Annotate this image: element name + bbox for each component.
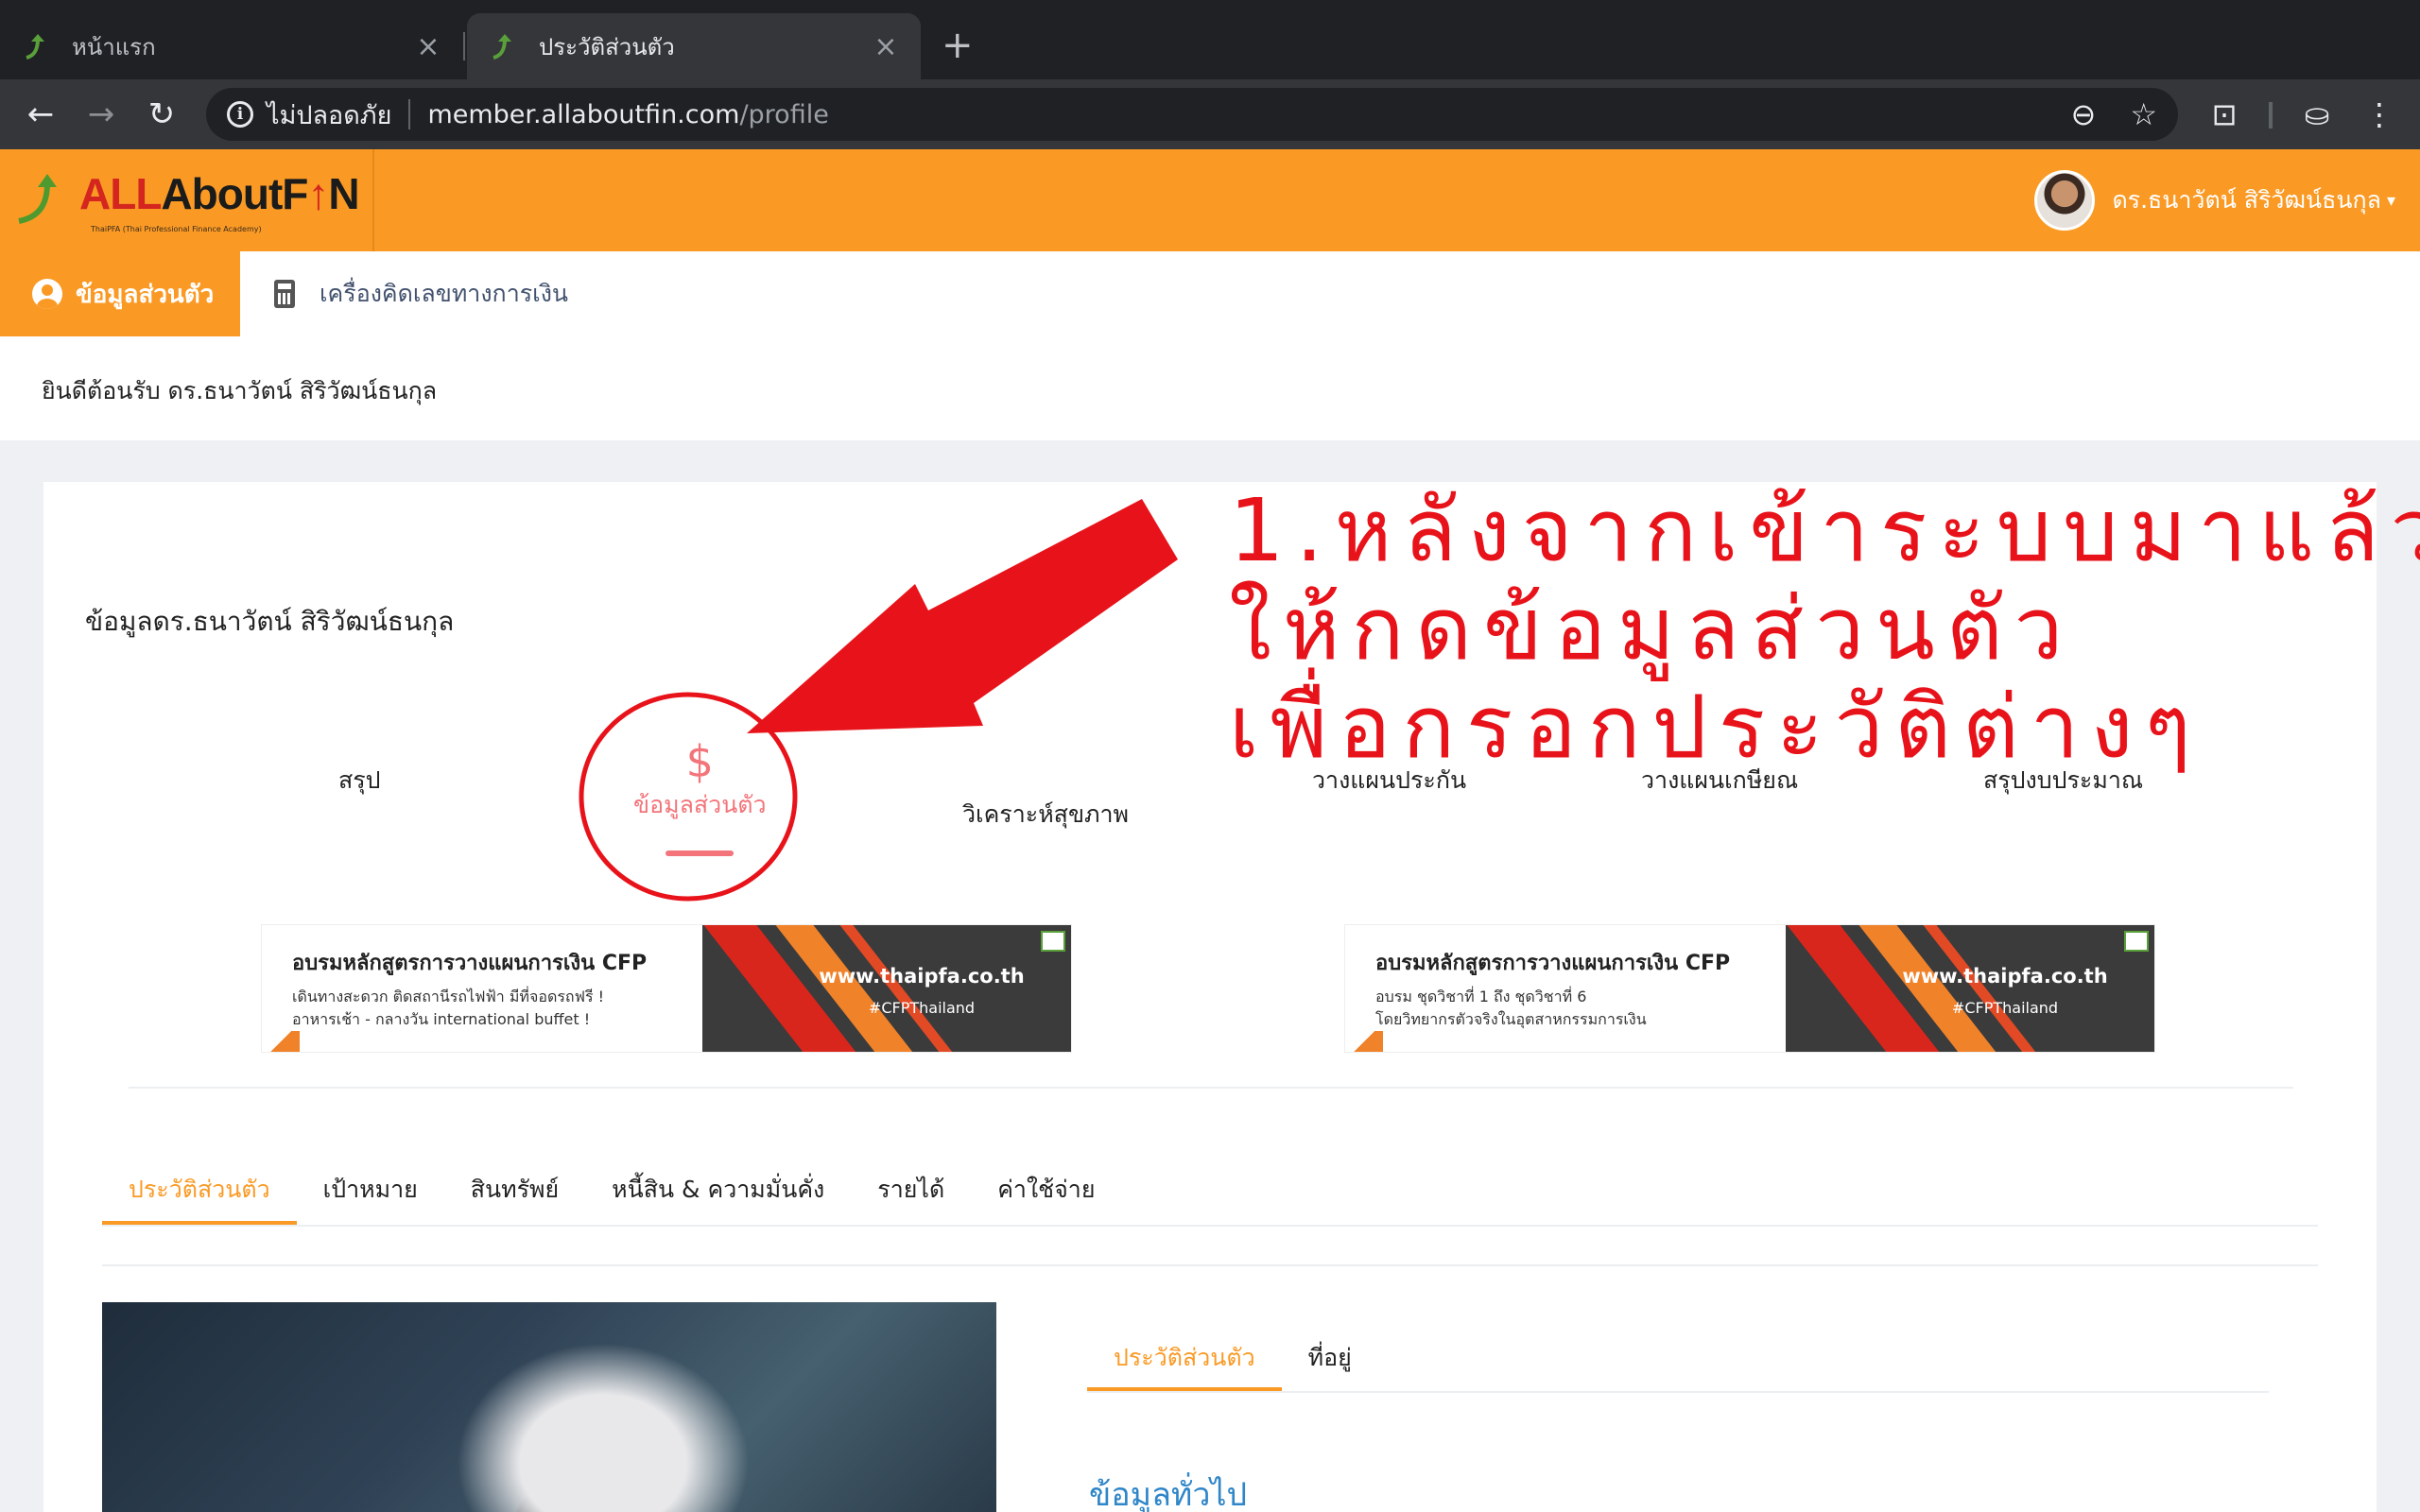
logo-tagline: ThaiPFA (Thai Professional Finance Acade… bbox=[91, 225, 262, 233]
banner-title: อบรมหลักสูตรการวางแผนการเงิน CFP bbox=[292, 952, 648, 975]
divider bbox=[102, 1264, 2318, 1266]
omnibox-divider bbox=[408, 99, 411, 129]
annotation-line: เพื่อกรอกประวัติต่างๆ bbox=[1229, 677, 2203, 778]
security-label[interactable]: ไม่ปลอดภัย bbox=[267, 94, 391, 135]
caret-down-icon[interactable]: ▾ bbox=[2387, 191, 2395, 211]
tab-title: ประวัติส่วนตัว bbox=[539, 33, 675, 60]
divider bbox=[129, 1087, 2293, 1089]
close-tab-icon[interactable]: × bbox=[414, 30, 442, 63]
tab-personal-history[interactable]: ประวัติส่วนตัว bbox=[1087, 1325, 1282, 1391]
banner-url: www.thaipfa.co.th bbox=[1902, 965, 2108, 988]
thaipfa-logo-icon bbox=[2124, 931, 2149, 952]
thaipfa-logo-icon bbox=[1041, 931, 1065, 952]
annotation-line: ให้กดข้อมูลส่วนตัว bbox=[1229, 578, 2075, 679]
browser-tab-profile[interactable]: ประวัติส่วนตัว × bbox=[467, 13, 921, 79]
banner-line: อบรม ชุดวิชาที่ 1 ถึง ชุดวิชาที่ 6 bbox=[1375, 988, 1587, 1005]
banner-line: เดินทางสะดวก ติดสถานีรถไฟฟ้า มีที่จอดรถฟ… bbox=[292, 988, 605, 1005]
tab-expenses[interactable]: ค่าใช้จ่าย bbox=[971, 1155, 1121, 1225]
close-tab-icon[interactable]: × bbox=[872, 30, 900, 63]
banner-url: www.thaipfa.co.th bbox=[819, 965, 1025, 988]
main-navbar: ข้อมูลส่วนตัว เครื่องคิดเลขทางการเงิน bbox=[0, 251, 2420, 336]
cfp-banner[interactable]: อบรมหลักสูตรการวางแผนการเงิน CFP เดินทาง… bbox=[261, 924, 1072, 1053]
allaboutfin-favicon bbox=[493, 34, 511, 60]
banner-hashtag: #CFPThailand bbox=[1951, 999, 2059, 1017]
step-personal-info[interactable]: $ ข้อมูลส่วนตัว bbox=[633, 737, 767, 824]
welcome-text: ยินดีต้อนรับ ดร.ธนาวัตน์ สิริวัฒน์ธนกุล bbox=[42, 377, 438, 404]
profile-photo bbox=[102, 1302, 996, 1512]
nav-item-label: เครื่องคิดเลขทางการเงิน bbox=[320, 280, 569, 307]
browser-toolbar: ← → ↻ i ไม่ปลอดภัย member.allaboutfin.co… bbox=[0, 79, 2420, 149]
allaboutfin-favicon bbox=[26, 34, 44, 60]
new-tab-icon[interactable]: + bbox=[942, 25, 974, 66]
calculator-icon bbox=[274, 280, 295, 308]
banner-line: โดยวิทยากรตัวจริงในอุตสาหกรรมการเงิน bbox=[1375, 1010, 1647, 1028]
nav-item-calculator[interactable]: เครื่องคิดเลขทางการเงิน bbox=[274, 251, 568, 336]
step-summary[interactable]: สรุป bbox=[338, 762, 381, 799]
step-health-analysis[interactable]: วิเคราะห์สุขภาพ bbox=[962, 796, 1129, 833]
bookmark-star-icon[interactable]: ☆ bbox=[2130, 96, 2157, 132]
browser-tab-home[interactable]: หน้าแรก × bbox=[0, 13, 463, 79]
site-logo[interactable]: ALLAboutF↑N ThaiPFA (Thai Professional F… bbox=[0, 149, 374, 251]
tab-title: หน้าแรก bbox=[72, 33, 156, 60]
extension-icon[interactable]: ⊡ bbox=[2203, 93, 2246, 136]
address-bar[interactable]: i ไม่ปลอดภัย member.allaboutfin.com /pro… bbox=[206, 88, 2178, 141]
profile-sub-tabs: ประวัติส่วนตัว ที่อยู่ bbox=[1087, 1325, 1378, 1391]
annotation-text: 1.หลังจากเข้าระบบมาแล้ว ให้กดข้อมูลส่วนต… bbox=[1229, 482, 2420, 777]
banner-title: อบรมหลักสูตรการวางแผนการเงิน CFP bbox=[1375, 952, 1731, 975]
active-step-indicator bbox=[666, 850, 734, 856]
forward-icon[interactable]: → bbox=[79, 93, 123, 136]
info-icon[interactable]: i bbox=[227, 101, 253, 128]
profile-tabs: ประวัติส่วนตัว เป้าหมาย สินทรัพย์ หนี้สิ… bbox=[102, 1155, 1121, 1225]
tab-liabilities-wealth[interactable]: หนี้สิน & ความมั่นคั่ง bbox=[585, 1155, 851, 1225]
url-host: member.allaboutfin.com bbox=[427, 99, 740, 129]
tab-goals[interactable]: เป้าหมาย bbox=[297, 1155, 444, 1225]
nav-item-label: ข้อมูลส่วนตัว bbox=[76, 280, 215, 309]
tab-address[interactable]: ที่อยู่ bbox=[1282, 1325, 1378, 1391]
banner-line: อาหารเช้า - กลางวัน international buffet… bbox=[292, 1010, 591, 1028]
section-heading: ข้อมูลทั่วไป bbox=[1089, 1476, 1248, 1512]
tab-separator bbox=[463, 32, 465, 60]
tab-personal-history[interactable]: ประวัติส่วนตัว bbox=[102, 1155, 297, 1225]
cfp-banner[interactable]: อบรมหลักสูตรการวางแผนการเงิน CFP อบรม ชุ… bbox=[1344, 924, 2155, 1053]
divider bbox=[102, 1225, 2318, 1227]
user-menu[interactable]: ดร.ธนาวัตน์ สิริวัฒน์ธนกุล ▾ bbox=[2034, 170, 2395, 231]
incognito-extension-icon[interactable]: ⛀ bbox=[2295, 93, 2339, 136]
logo-wordmark: ALLAboutF↑N bbox=[79, 169, 360, 218]
logo-arrow-icon bbox=[18, 174, 57, 224]
zoom-icon[interactable]: ⊖ bbox=[2071, 96, 2097, 132]
menu-kebab-icon[interactable]: ⋮ bbox=[2358, 93, 2401, 136]
avatar[interactable] bbox=[2034, 170, 2096, 231]
annotation-line: 1.หลังจากเข้าระบบมาแล้ว bbox=[1229, 480, 2420, 581]
toolbar-divider bbox=[2269, 102, 2273, 129]
user-circle-icon bbox=[32, 279, 62, 309]
tab-assets[interactable]: สินทรัพย์ bbox=[444, 1155, 585, 1225]
reload-icon[interactable]: ↻ bbox=[140, 93, 183, 136]
welcome-strip: ยินดีต้อนรับ ดร.ธนาวัตน์ สิริวัฒน์ธนกุล bbox=[0, 336, 2420, 440]
banner-corner bbox=[262, 1031, 300, 1052]
browser-tab-strip: หน้าแรก × ประวัติส่วนตัว × + bbox=[0, 0, 2420, 79]
tab-income[interactable]: รายได้ bbox=[851, 1155, 971, 1225]
banner-corner bbox=[1345, 1031, 1383, 1052]
site-header: ALLAboutF↑N ThaiPFA (Thai Professional F… bbox=[0, 149, 2420, 251]
back-icon[interactable]: ← bbox=[19, 93, 62, 136]
nav-item-profile[interactable]: ข้อมูลส่วนตัว bbox=[0, 251, 240, 336]
banner-hashtag: #CFPThailand bbox=[868, 999, 976, 1017]
dollar-icon: $ bbox=[685, 736, 714, 787]
step-label: ข้อมูลส่วนตัว bbox=[633, 791, 767, 818]
user-name[interactable]: ดร.ธนาวัตน์ สิริวัฒน์ธนกุล bbox=[2112, 181, 2381, 219]
url-path: /profile bbox=[739, 99, 829, 129]
divider bbox=[1087, 1391, 2269, 1393]
page-title: ข้อมูลดร.ธนาวัตน์ สิริวัฒน์ธนกุล bbox=[85, 606, 455, 637]
